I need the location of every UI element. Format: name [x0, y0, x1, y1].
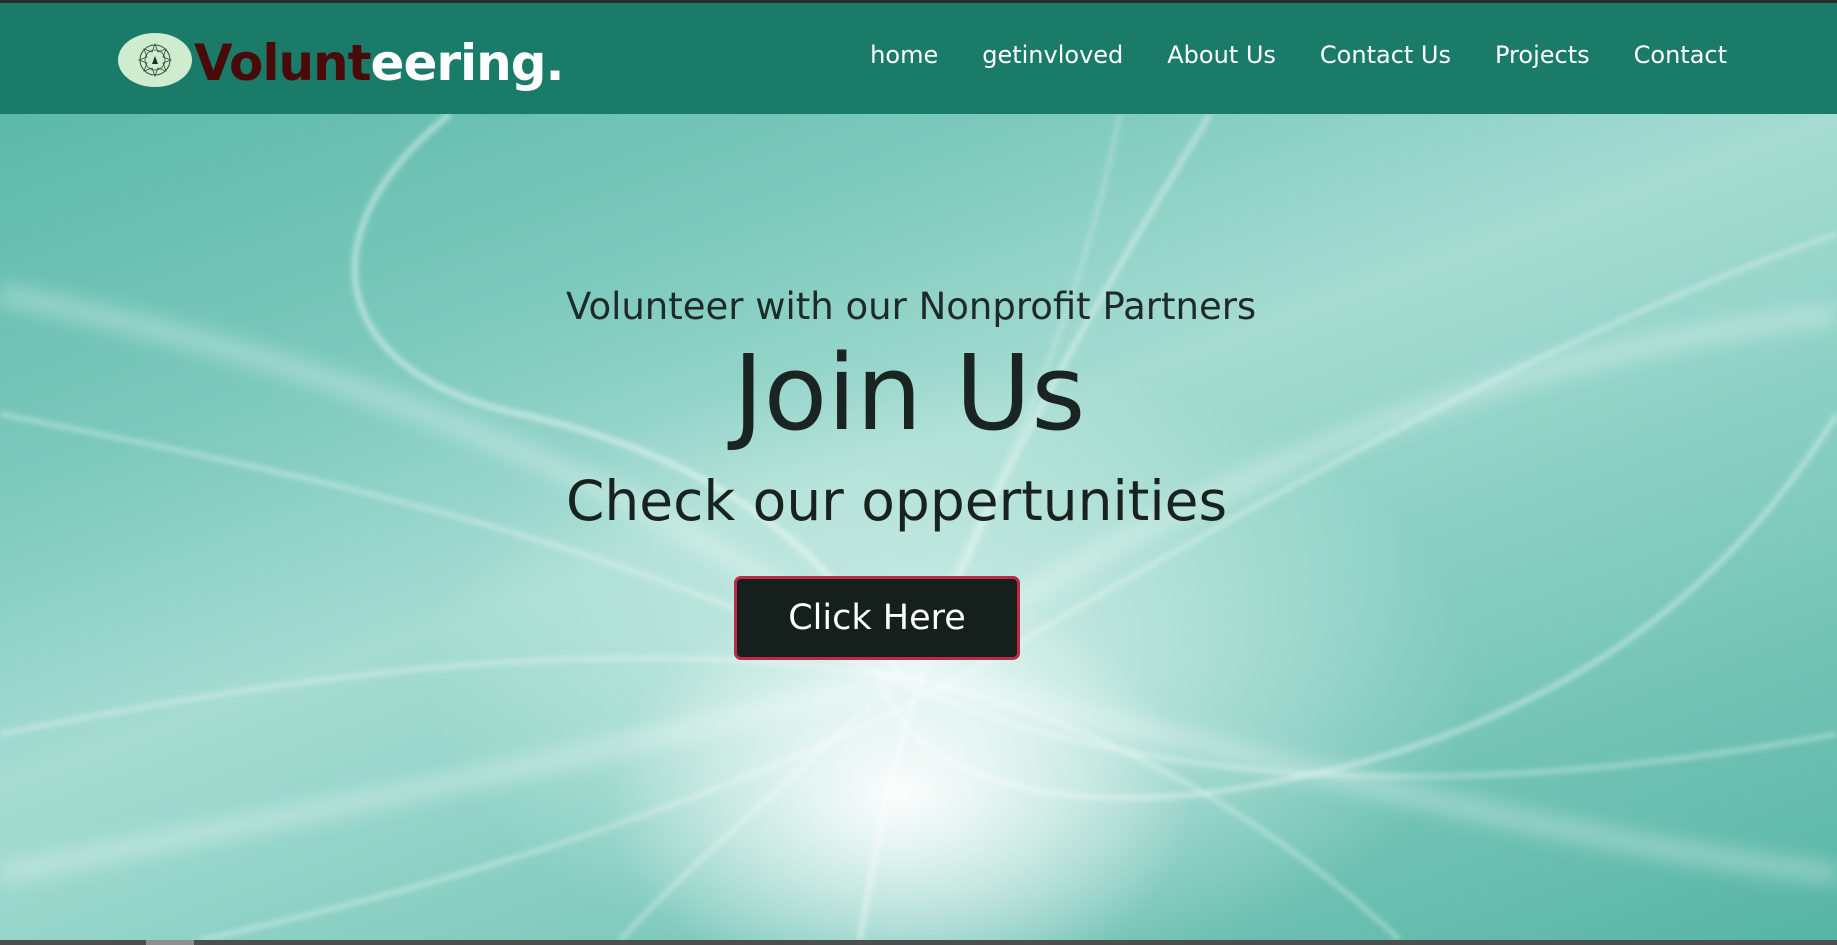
nav-link-home[interactable]: home	[870, 41, 938, 69]
horizontal-scrollbar[interactable]	[0, 940, 1837, 945]
hero-title: Join Us	[733, 332, 1086, 454]
brand-name-part-1: Volunt	[194, 34, 372, 92]
nav-link-contact[interactable]: Contact	[1634, 41, 1727, 69]
scrollbar-thumb[interactable]	[146, 940, 194, 945]
brand-logo[interactable]: Volunteering.	[118, 25, 565, 95]
hero-content: Volunteer with our Nonprofit Partners Jo…	[0, 114, 1837, 940]
brand-name-part-2: eering.	[370, 34, 565, 92]
nav-link-getinvolved[interactable]: getinvloved	[982, 41, 1123, 69]
hero-subtitle: Volunteer with our Nonprofit Partners	[566, 285, 1257, 328]
hero-tagline: Check our oppertunities	[566, 469, 1228, 533]
hero-section: Volunteer with our Nonprofit Partners Jo…	[0, 114, 1837, 940]
nav-link-projects[interactable]: Projects	[1495, 41, 1590, 69]
brand-name: Volunteering.	[194, 38, 565, 88]
emblem-icon	[118, 33, 192, 87]
nav-link-contact-us[interactable]: Contact Us	[1320, 41, 1451, 69]
nav-link-about-us[interactable]: About Us	[1167, 41, 1276, 69]
navbar: Volunteering. home getinvloved About Us …	[0, 3, 1837, 114]
click-here-button[interactable]: Click Here	[734, 576, 1020, 660]
main-nav: home getinvloved About Us Contact Us Pro…	[870, 41, 1727, 69]
